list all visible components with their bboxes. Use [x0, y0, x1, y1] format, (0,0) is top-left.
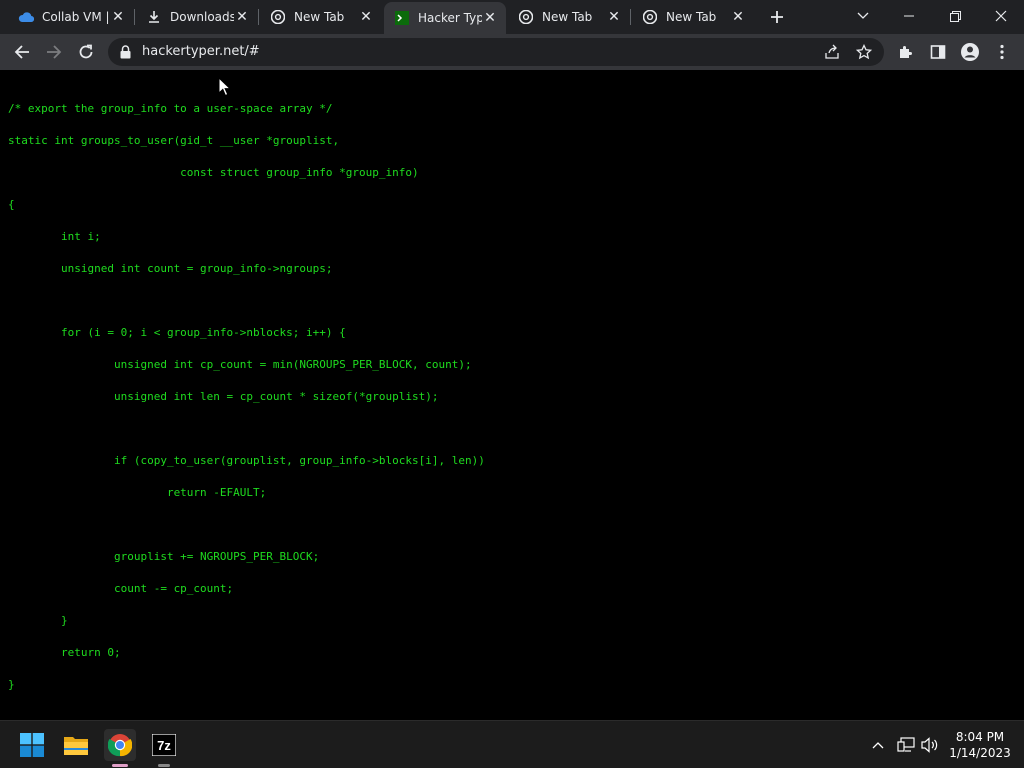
code-line: count -= cp_count; — [8, 582, 234, 595]
minimize-button[interactable] — [886, 0, 932, 32]
close-icon[interactable]: ✕ — [358, 9, 374, 25]
lock-icon[interactable] — [120, 45, 131, 59]
close-icon[interactable]: ✕ — [234, 9, 250, 25]
code-line: const struct group_info *group_info) — [8, 166, 419, 179]
arrow-left-icon — [14, 45, 29, 59]
tab-new-tab-1[interactable]: New Tab ✕ — [258, 2, 382, 32]
running-indicator — [158, 764, 170, 767]
tab-collab-vm[interactable]: Collab VM | ✕ — [0, 2, 134, 32]
url-text[interactable]: hackertyper.net/# — [142, 44, 260, 59]
tab-downloads[interactable]: Downloads ✕ — [134, 2, 258, 32]
code-line: return -EFAULT; — [8, 486, 267, 499]
windows-taskbar: 7z 8:04 PM 1/14/2023 — [0, 720, 1024, 768]
profile-icon — [961, 43, 979, 61]
start-button[interactable] — [16, 729, 48, 761]
tab-title: New Tab — [294, 10, 345, 24]
minimize-icon — [904, 15, 914, 17]
system-clock[interactable]: 8:04 PM 1/14/2023 — [944, 729, 1016, 761]
code-line: unsigned int len = cp_count * sizeof(*gr… — [8, 390, 439, 403]
address-bar[interactable]: hackertyper.net/# — [108, 38, 884, 66]
taskbar-7zip[interactable]: 7z — [148, 729, 180, 767]
network-button[interactable] — [896, 735, 916, 755]
profile-button[interactable] — [956, 38, 984, 66]
windows-start-icon — [20, 733, 44, 757]
taskbar-file-explorer[interactable] — [60, 729, 92, 761]
share-icon[interactable] — [824, 44, 840, 60]
download-icon — [146, 9, 162, 25]
close-icon[interactable]: ✕ — [482, 10, 498, 26]
mouse-pointer-icon — [218, 77, 230, 97]
volume-button[interactable] — [920, 735, 940, 755]
code-line: } — [8, 614, 68, 627]
code-line: for (i = 0; i < group_info->nblocks; i++… — [8, 326, 346, 339]
svg-text:7z: 7z — [157, 738, 171, 753]
tab-title: Hacker Typer — [418, 11, 482, 25]
show-hidden-icons-button[interactable] — [870, 735, 886, 755]
star-icon[interactable] — [856, 44, 872, 60]
tab-title: New Tab — [666, 10, 717, 24]
taskbar-chrome[interactable] — [104, 729, 136, 767]
side-panel-button[interactable] — [924, 38, 952, 66]
network-icon — [897, 737, 915, 752]
forward-button[interactable] — [40, 38, 68, 66]
close-icon[interactable]: ✕ — [730, 9, 746, 25]
side-panel-icon — [930, 45, 946, 59]
back-button[interactable] — [8, 38, 36, 66]
plus-icon — [771, 11, 783, 23]
chevron-down-icon — [857, 12, 869, 19]
tab-title: New Tab — [542, 10, 593, 24]
browser-toolbar: hackertyper.net/# — [0, 34, 1024, 70]
code-line: } — [8, 678, 15, 691]
puzzle-icon — [900, 46, 912, 58]
reload-button[interactable] — [72, 38, 100, 66]
code-line: { — [8, 198, 15, 211]
7zip-icon: 7z — [152, 734, 176, 756]
hacker-typer-page[interactable]: /* export the group_info to a user-space… — [0, 70, 1024, 720]
kebab-menu-icon — [1000, 44, 1004, 60]
tab-new-tab-2[interactable]: New Tab ✕ — [506, 2, 630, 32]
cloud-icon — [18, 9, 34, 25]
code-line: static int groups_to_user(gid_t __user *… — [8, 134, 340, 147]
code-line: unsigned int cp_count = min(NGROUPS_PER_… — [8, 358, 472, 371]
tab-new-tab-3[interactable]: New Tab ✕ — [630, 2, 754, 32]
close-icon[interactable]: ✕ — [606, 9, 622, 25]
chrome-icon — [108, 734, 132, 757]
terminal-icon — [394, 10, 410, 26]
code-line: /* export the group_info to a user-space… — [8, 102, 333, 115]
file-explorer-icon — [64, 737, 88, 755]
clock-date: 1/14/2023 — [949, 746, 1011, 760]
chevron-up-icon — [872, 742, 884, 749]
close-icon[interactable]: ✕ — [110, 9, 126, 25]
tab-search-button[interactable] — [840, 0, 886, 32]
code-line: unsigned int count = group_info->ngroups… — [8, 262, 333, 275]
new-tab-button[interactable] — [765, 6, 789, 28]
tab-title: Downloads — [170, 10, 234, 24]
reload-icon — [79, 44, 93, 59]
extensions-button[interactable] — [892, 38, 920, 66]
tab-hacker-typer[interactable]: Hacker Typer ✕ — [384, 2, 506, 34]
restore-button[interactable] — [932, 0, 978, 32]
speaker-icon — [921, 737, 938, 753]
tab-strip: Collab VM | ✕ Downloads ✕ New Tab ✕ Hack… — [0, 0, 1024, 34]
menu-button[interactable] — [988, 38, 1016, 66]
code-line: if (copy_to_user(grouplist, group_info->… — [8, 454, 485, 467]
code-line: int i; — [8, 230, 101, 243]
code-line: grouplist += NGROUPS_PER_BLOCK; — [8, 550, 320, 563]
tab-title: Collab VM | — [42, 10, 110, 24]
close-window-button[interactable] — [978, 0, 1024, 32]
chrome-icon — [642, 9, 658, 25]
code-line: return 0; — [8, 646, 121, 659]
chrome-icon — [518, 9, 534, 25]
restore-icon — [949, 10, 961, 22]
clock-time: 8:04 PM — [955, 730, 1005, 744]
arrow-right-icon — [47, 45, 62, 59]
close-icon — [995, 10, 1007, 22]
running-indicator — [112, 764, 128, 767]
chrome-icon — [270, 9, 286, 25]
